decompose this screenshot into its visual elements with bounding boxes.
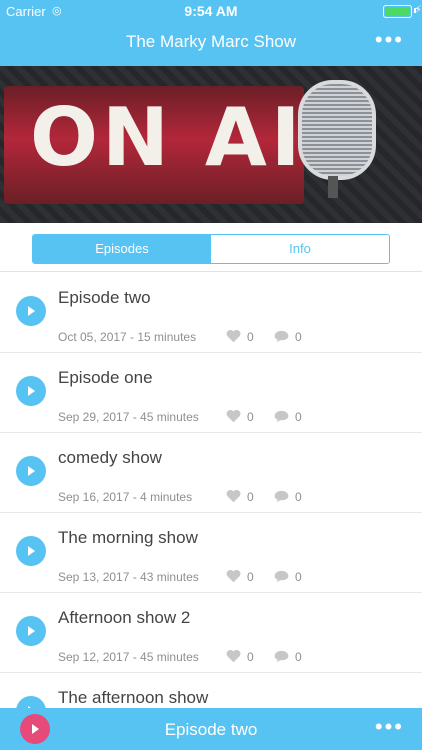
- heart-icon[interactable]: [226, 409, 241, 423]
- comment-icon[interactable]: [274, 570, 289, 583]
- tab-episodes[interactable]: Episodes: [33, 235, 211, 263]
- more-icon[interactable]: •••: [375, 27, 404, 53]
- heart-icon[interactable]: [226, 569, 241, 583]
- likes-count: 0: [247, 330, 254, 344]
- list-item[interactable]: Episode two Oct 05, 2017 - 15 minutes 0 …: [0, 272, 422, 353]
- likes-count: 0: [247, 650, 254, 664]
- comments-count: 0: [295, 490, 302, 504]
- play-icon[interactable]: [16, 296, 46, 326]
- play-icon[interactable]: [16, 616, 46, 646]
- episode-meta: Sep 13, 2017 - 43 minutes: [58, 570, 199, 584]
- play-icon[interactable]: [16, 456, 46, 486]
- heart-icon[interactable]: [226, 649, 241, 663]
- comments-count: 0: [295, 410, 302, 424]
- episode-meta: Sep 16, 2017 - 4 minutes: [58, 490, 193, 504]
- battery-icon: [383, 5, 412, 18]
- list-item[interactable]: Episode one Sep 29, 2017 - 45 minutes 0 …: [0, 352, 422, 433]
- episode-list: Episode two Oct 05, 2017 - 15 minutes 0 …: [0, 272, 422, 708]
- play-icon[interactable]: [16, 376, 46, 406]
- comment-icon[interactable]: [274, 490, 289, 503]
- likes-count: 0: [247, 570, 254, 584]
- player-more-icon[interactable]: •••: [375, 714, 404, 740]
- episode-title: Episode one: [58, 368, 153, 387]
- list-item[interactable]: The afternoon show: [0, 672, 422, 708]
- list-item[interactable]: Afternoon show 2 Sep 12, 2017 - 45 minut…: [0, 592, 422, 673]
- play-icon[interactable]: [16, 696, 46, 708]
- list-item[interactable]: The morning show Sep 13, 2017 - 43 minut…: [0, 512, 422, 593]
- episode-meta: Sep 12, 2017 - 45 minutes: [58, 650, 199, 664]
- microphone-icon: [298, 80, 376, 198]
- segmented-control: Episodes Info: [32, 234, 390, 264]
- comments-count: 0: [295, 650, 302, 664]
- heart-icon[interactable]: [226, 489, 241, 503]
- charging-icon: ⚡: [414, 4, 422, 16]
- episode-title: comedy show: [58, 448, 162, 467]
- play-icon[interactable]: [16, 536, 46, 566]
- episode-meta: Oct 05, 2017 - 15 minutes: [58, 330, 197, 344]
- list-item[interactable]: comedy show Sep 16, 2017 - 4 minutes 0 0: [0, 432, 422, 513]
- now-playing-title: Episode two: [164, 720, 258, 739]
- status-time: 9:54 AM: [184, 3, 238, 19]
- comment-icon[interactable]: [274, 410, 289, 423]
- comment-icon[interactable]: [274, 650, 289, 663]
- comments-count: 0: [295, 570, 302, 584]
- episode-title: Episode two: [58, 288, 151, 307]
- likes-count: 0: [247, 490, 254, 504]
- comment-icon[interactable]: [274, 330, 289, 343]
- heart-icon[interactable]: [226, 329, 241, 343]
- episode-title: Afternoon show 2: [58, 608, 191, 627]
- comments-count: 0: [295, 330, 302, 344]
- tab-info[interactable]: Info: [211, 235, 389, 263]
- app-header: Carrier ◎ 9:54 AM ⚡ The Marky Marc Show …: [0, 0, 422, 66]
- mini-player: Episode two •••: [0, 708, 422, 750]
- likes-count: 0: [247, 410, 254, 424]
- episode-title: The morning show: [58, 528, 198, 547]
- episode-meta: Sep 29, 2017 - 45 minutes: [58, 410, 199, 424]
- podcast-banner: ON AIR: [0, 66, 422, 223]
- page-title: The Marky Marc Show: [125, 32, 297, 51]
- status-bar: Carrier ◎ 9:54 AM ⚡: [0, 0, 422, 22]
- episode-title: The afternoon show: [58, 688, 209, 707]
